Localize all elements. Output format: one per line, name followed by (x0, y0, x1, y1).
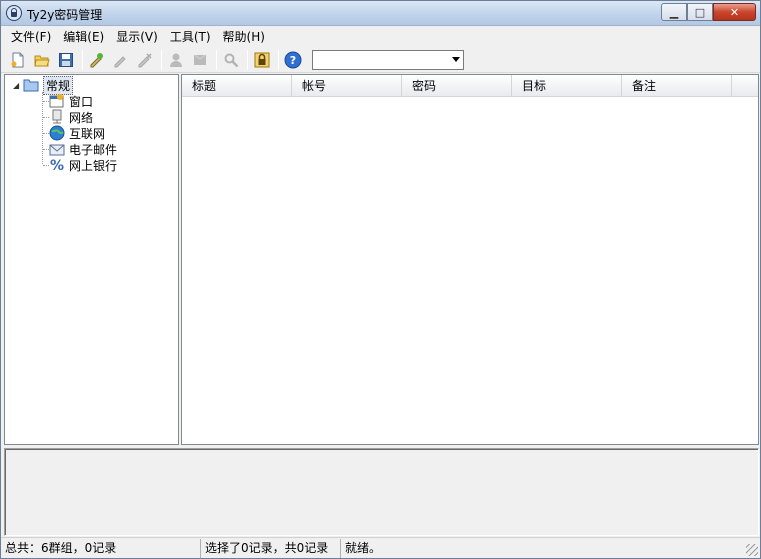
bank-icon: % (49, 157, 65, 173)
network-icon (49, 109, 65, 125)
lock-button[interactable] (251, 49, 273, 71)
column-header-target[interactable]: 目标 (512, 75, 622, 97)
menu-tools[interactable]: 工具(T) (164, 28, 217, 46)
open-folder-icon (34, 55, 50, 66)
status-total: 总共：6群组，0记录 (1, 538, 201, 558)
tree-item-internet[interactable]: 互联网 (43, 125, 105, 141)
toolbar-separator (247, 49, 248, 70)
tree-label-internet: 互联网 (69, 126, 106, 141)
search-input[interactable] (313, 50, 443, 69)
new-button[interactable] (7, 49, 29, 71)
tree-item-window[interactable]: 窗口 (43, 93, 93, 109)
folder-icon (23, 77, 39, 93)
menu-file[interactable]: 文件(F) (5, 28, 57, 46)
detail-panel[interactable] (4, 448, 759, 536)
group-button[interactable] (189, 49, 211, 71)
menu-view[interactable]: 显示(V) (110, 28, 164, 46)
app-lock-icon (6, 5, 22, 21)
search-button[interactable] (220, 49, 242, 71)
menu-help[interactable]: 帮助(H) (217, 28, 271, 46)
minimize-button[interactable]: ▁ (661, 3, 687, 21)
window-title: Ty2y密码管理 (27, 8, 103, 22)
edit-record-icon (114, 55, 126, 67)
column-header-title[interactable]: 标题 (182, 75, 292, 97)
open-button[interactable] (31, 49, 53, 71)
tree-label-window: 窗口 (69, 94, 94, 109)
column-header-password[interactable]: 密码 (402, 75, 512, 97)
new-icon (11, 52, 24, 67)
help-icon: ? (284, 51, 302, 68)
email-icon (49, 141, 65, 157)
toolbar-separator (216, 49, 217, 70)
record-list[interactable]: 标题 帐号 密码 目标 备注 (181, 74, 759, 445)
maximize-button[interactable]: □ (687, 3, 713, 21)
menu-bar: 文件(F) 编辑(E) 显示(V) 工具(T) 帮助(H) (1, 27, 760, 47)
delete-record-icon (138, 52, 152, 67)
tree-item-root[interactable]: ◢ 常规 (13, 75, 74, 95)
svg-text:%: % (50, 158, 64, 173)
tree-item-email[interactable]: 电子邮件 (43, 141, 117, 157)
tree-item-bank[interactable]: % 网上银行 (43, 157, 117, 173)
list-header: 标题 帐号 密码 目标 备注 (182, 75, 758, 97)
search-combobox[interactable] (312, 49, 464, 70)
status-state: 就绪。 (345, 540, 382, 555)
delete-record-button[interactable] (134, 49, 156, 71)
column-header-account[interactable]: 帐号 (292, 75, 402, 97)
add-record-button[interactable] (86, 49, 108, 71)
status-bar: 总共：6群组，0记录 选择了0记录，共0记录 就绪。 (1, 537, 760, 558)
column-header-notes[interactable]: 备注 (622, 75, 732, 97)
user-button[interactable] (165, 49, 187, 71)
lock-icon (254, 52, 270, 67)
search-icon (224, 53, 239, 67)
edit-record-button[interactable] (110, 49, 132, 71)
toolbar-separator (82, 49, 83, 70)
chevron-down-icon[interactable] (452, 56, 460, 62)
tree-item-network[interactable]: 网络 (43, 109, 93, 125)
title-bar[interactable]: Ty2y密码管理 ▁ □ ✕ (1, 1, 760, 26)
toolbar: ? (1, 47, 760, 73)
internet-icon (49, 125, 65, 141)
close-button[interactable]: ✕ (713, 3, 756, 21)
tree-label-network: 网络 (69, 110, 94, 125)
save-button[interactable] (55, 49, 77, 71)
help-button[interactable]: ? (282, 49, 304, 71)
save-icon (59, 52, 73, 67)
column-header-filler (732, 75, 758, 97)
window-icon (49, 93, 65, 109)
caption-buttons: ▁ □ ✕ (661, 3, 756, 21)
tree-label-email: 电子邮件 (69, 142, 118, 157)
svg-text:?: ? (290, 54, 296, 67)
resize-grip-icon[interactable] (746, 544, 758, 556)
user-icon (170, 53, 182, 67)
category-tree[interactable]: ◢ 常规 窗口 网络 互联网 电子邮件 % 网上银行 (4, 74, 179, 445)
group-icon (194, 54, 206, 65)
collapse-arrow-icon[interactable]: ◢ (13, 81, 23, 90)
toolbar-separator (278, 49, 279, 70)
add-record-icon (90, 52, 103, 67)
toolbar-separator (161, 49, 162, 70)
status-selected: 选择了0记录，共0记录 (201, 538, 341, 558)
app-window: Ty2y密码管理 ▁ □ ✕ 文件(F) 编辑(E) 显示(V) 工具(T) 帮… (0, 0, 761, 559)
menu-edit[interactable]: 编辑(E) (57, 28, 110, 46)
tree-label-bank: 网上银行 (69, 158, 118, 173)
